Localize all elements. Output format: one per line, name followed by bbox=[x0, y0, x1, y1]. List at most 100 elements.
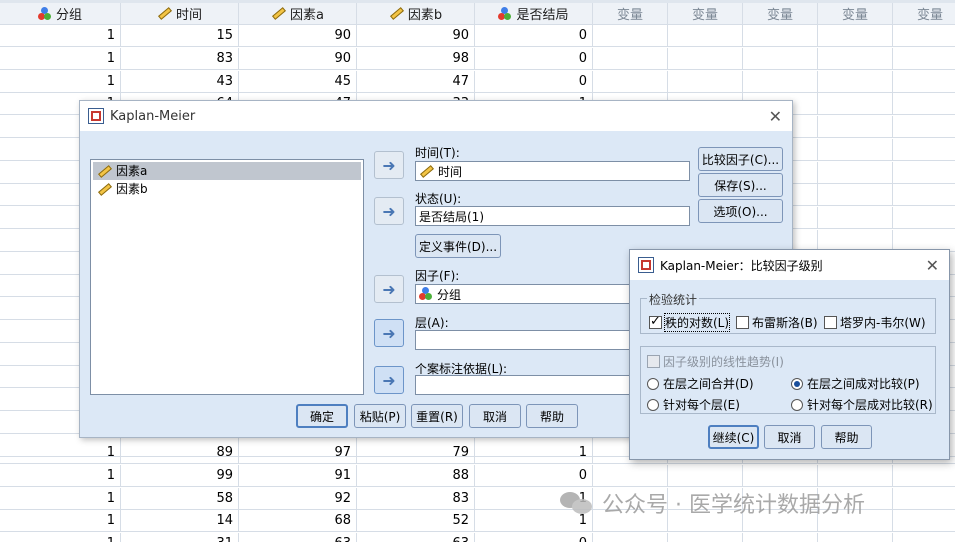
grid-cell-empty[interactable] bbox=[743, 70, 818, 93]
grid-cell-empty[interactable] bbox=[818, 93, 893, 116]
grid-cell[interactable]: 0 bbox=[475, 25, 593, 47]
grid-cell-empty[interactable] bbox=[743, 47, 818, 70]
move-to-status-button[interactable]: ➜ bbox=[374, 197, 404, 225]
time-field[interactable]: 时间 bbox=[415, 161, 690, 181]
grid-cell-empty[interactable] bbox=[593, 47, 668, 70]
grid-cell-empty[interactable] bbox=[818, 70, 893, 93]
grid-cell[interactable]: 14 bbox=[121, 510, 239, 533]
column-header-time[interactable]: 时间 bbox=[121, 3, 239, 25]
grid-cell-empty[interactable] bbox=[893, 71, 955, 93]
grid-cell-empty[interactable] bbox=[893, 116, 955, 138]
help-button[interactable]: 帮助 bbox=[526, 404, 578, 428]
cancel-button[interactable]: 取消 bbox=[469, 404, 521, 428]
reset-button[interactable]: 重置(R) bbox=[411, 404, 463, 428]
move-to-time-button[interactable]: ➜ bbox=[374, 151, 404, 179]
grid-cell-empty[interactable] bbox=[818, 533, 893, 542]
dialog-titlebar[interactable]: Kaplan-Meier ✕ bbox=[80, 101, 792, 131]
column-header-var[interactable]: 变量 bbox=[593, 3, 668, 25]
grid-cell[interactable]: 90 bbox=[239, 25, 357, 47]
close-icon[interactable]: ✕ bbox=[769, 107, 782, 126]
grid-cell[interactable]: 92 bbox=[239, 487, 357, 510]
column-header-var[interactable]: 变量 bbox=[668, 3, 743, 25]
grid-cell[interactable]: 31 bbox=[121, 533, 239, 542]
grid-cell-empty[interactable] bbox=[818, 25, 893, 47]
grid-cell[interactable]: 1 bbox=[0, 510, 121, 533]
grid-cell-empty[interactable] bbox=[818, 116, 893, 138]
grid-cell-empty[interactable] bbox=[893, 184, 955, 207]
move-to-strata-button[interactable]: ➜ bbox=[374, 319, 404, 347]
compare-factor-button[interactable]: 比较因子(C)... bbox=[698, 147, 783, 171]
grid-cell[interactable]: 0 bbox=[475, 464, 593, 487]
grid-cell-empty[interactable] bbox=[593, 25, 668, 47]
grid-cell[interactable]: 83 bbox=[121, 47, 239, 70]
grid-cell[interactable]: 83 bbox=[357, 487, 475, 510]
grid-cell[interactable]: 79 bbox=[357, 442, 475, 464]
grid-cell[interactable]: 1 bbox=[475, 442, 593, 464]
grid-cell[interactable]: 98 bbox=[357, 47, 475, 70]
grid-cell-empty[interactable] bbox=[593, 533, 668, 542]
grid-cell[interactable]: 99 bbox=[121, 464, 239, 487]
pairwise-for-each-stratum-radio[interactable]: 针对每个层成对比较(R) bbox=[791, 396, 933, 413]
grid-cell-empty[interactable] bbox=[893, 25, 955, 47]
grid-cell[interactable]: 45 bbox=[239, 70, 357, 93]
column-header-outcome[interactable]: 是否结局 bbox=[475, 3, 593, 25]
grid-cell-empty[interactable] bbox=[893, 139, 955, 161]
grid-cell-empty[interactable] bbox=[668, 25, 743, 47]
grid-cell[interactable]: 0 bbox=[475, 70, 593, 93]
grid-cell-empty[interactable] bbox=[893, 488, 955, 510]
move-to-factor-button[interactable]: ➜ bbox=[374, 275, 404, 303]
grid-cell-empty[interactable] bbox=[818, 464, 893, 487]
pooled-over-strata-radio[interactable]: 在层之间合并(D) bbox=[647, 375, 754, 392]
define-event-button[interactable]: 定义事件(D)... bbox=[415, 234, 501, 258]
log-rank-checkbox[interactable]: 秩的对数(L) bbox=[649, 313, 731, 332]
help-button[interactable]: 帮助 bbox=[821, 425, 872, 449]
grid-cell[interactable]: 68 bbox=[239, 510, 357, 533]
grid-cell[interactable]: 0 bbox=[475, 533, 593, 542]
save-button[interactable]: 保存(S)... bbox=[698, 173, 783, 197]
paste-button[interactable]: 粘贴(P) bbox=[354, 404, 406, 428]
close-icon[interactable]: ✕ bbox=[926, 256, 939, 275]
cancel-button[interactable]: 取消 bbox=[764, 425, 815, 449]
source-variable-list[interactable]: 因素a 因素b bbox=[90, 159, 364, 395]
grid-cell-empty[interactable] bbox=[893, 162, 955, 184]
ok-button[interactable]: 确定 bbox=[296, 404, 348, 428]
grid-cell[interactable]: 1 bbox=[0, 464, 121, 487]
grid-cell[interactable]: 63 bbox=[239, 533, 357, 542]
grid-cell[interactable]: 1 bbox=[0, 25, 121, 47]
tarone-ware-checkbox[interactable]: 塔罗内-韦尔(W) bbox=[824, 314, 926, 331]
grid-cell-empty[interactable] bbox=[893, 48, 955, 70]
grid-cell-empty[interactable] bbox=[893, 510, 955, 533]
grid-cell[interactable]: 47 bbox=[357, 70, 475, 93]
grid-cell-empty[interactable] bbox=[818, 184, 893, 207]
grid-cell[interactable]: 43 bbox=[121, 70, 239, 93]
pairwise-over-strata-radio[interactable]: 在层之间成对比较(P) bbox=[791, 375, 920, 392]
grid-cell[interactable]: 58 bbox=[121, 487, 239, 510]
column-header-var[interactable]: 变量 bbox=[893, 3, 955, 25]
breslow-checkbox[interactable]: 布雷斯洛(B) bbox=[736, 314, 818, 331]
factor-field[interactable]: 分组 bbox=[415, 284, 630, 304]
grid-cell[interactable]: 89 bbox=[121, 442, 239, 464]
grid-cell[interactable]: 0 bbox=[475, 47, 593, 70]
list-item[interactable]: 因素a bbox=[93, 162, 361, 180]
grid-cell-empty[interactable] bbox=[893, 533, 955, 542]
grid-cell-empty[interactable] bbox=[743, 464, 818, 487]
grid-cell[interactable]: 90 bbox=[357, 25, 475, 47]
continue-button[interactable]: 继续(C) bbox=[708, 425, 759, 449]
grid-cell[interactable]: 52 bbox=[357, 510, 475, 533]
grid-cell[interactable]: 1 bbox=[0, 70, 121, 93]
grid-cell-empty[interactable] bbox=[893, 465, 955, 487]
grid-cell[interactable]: 63 bbox=[357, 533, 475, 542]
grid-cell-empty[interactable] bbox=[668, 464, 743, 487]
dialog-titlebar[interactable]: Kaplan-Meier：比较因子级别 ✕ bbox=[630, 250, 949, 280]
grid-cell-empty[interactable] bbox=[818, 161, 893, 184]
grid-cell[interactable]: 91 bbox=[239, 464, 357, 487]
grid-cell-empty[interactable] bbox=[668, 47, 743, 70]
grid-cell-empty[interactable] bbox=[818, 138, 893, 161]
grid-cell[interactable]: 1 bbox=[0, 47, 121, 70]
grid-cell-empty[interactable] bbox=[893, 93, 955, 116]
grid-cell[interactable]: 90 bbox=[239, 47, 357, 70]
grid-cell[interactable]: 15 bbox=[121, 25, 239, 47]
for-each-stratum-radio[interactable]: 针对每个层(E) bbox=[647, 396, 740, 413]
grid-cell-empty[interactable] bbox=[668, 533, 743, 542]
grid-cell-empty[interactable] bbox=[893, 207, 955, 229]
